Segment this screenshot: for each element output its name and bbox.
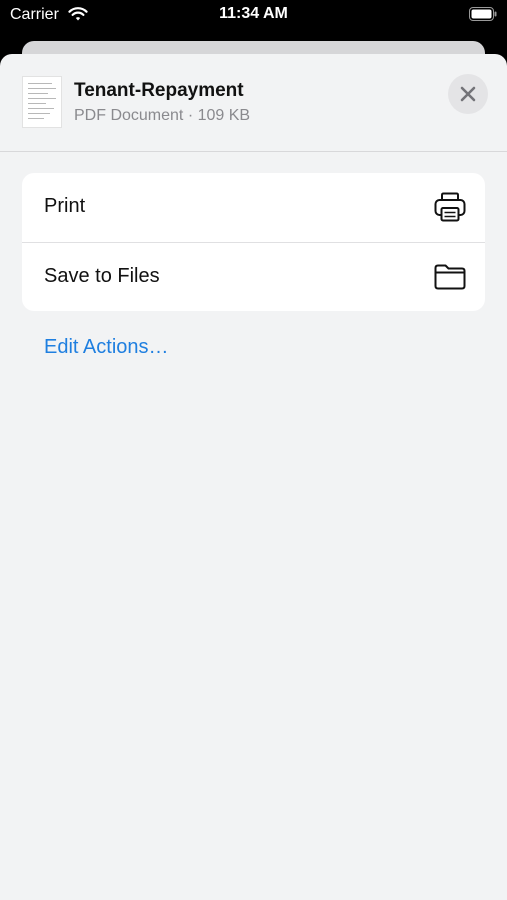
document-subtitle: PDF Document · 109 KB [74, 107, 251, 124]
print-action-label: Print [44, 195, 86, 217]
actions-list: Print Save to Files [22, 173, 485, 311]
share-sheet-header: Tenant-Repayment PDF Document · 109 KB [0, 54, 507, 152]
document-title: Tenant-Repayment [74, 80, 244, 101]
document-thumbnail [22, 76, 62, 128]
folder-icon [434, 264, 466, 290]
edit-actions-link[interactable]: Edit Actions… [44, 336, 169, 359]
clock: 11:34 AM [219, 5, 288, 22]
battery-icon [469, 7, 497, 21]
save-to-files-action[interactable]: Save to Files [22, 242, 485, 311]
status-bar: Carrier 11:34 AM [0, 0, 507, 32]
save-to-files-label: Save to Files [44, 265, 160, 287]
print-action[interactable]: Print [22, 173, 485, 242]
close-icon [460, 86, 476, 102]
close-button[interactable] [448, 74, 488, 114]
printer-icon [434, 192, 466, 222]
share-sheet: Tenant-Repayment PDF Document · 109 KB P… [0, 54, 507, 900]
